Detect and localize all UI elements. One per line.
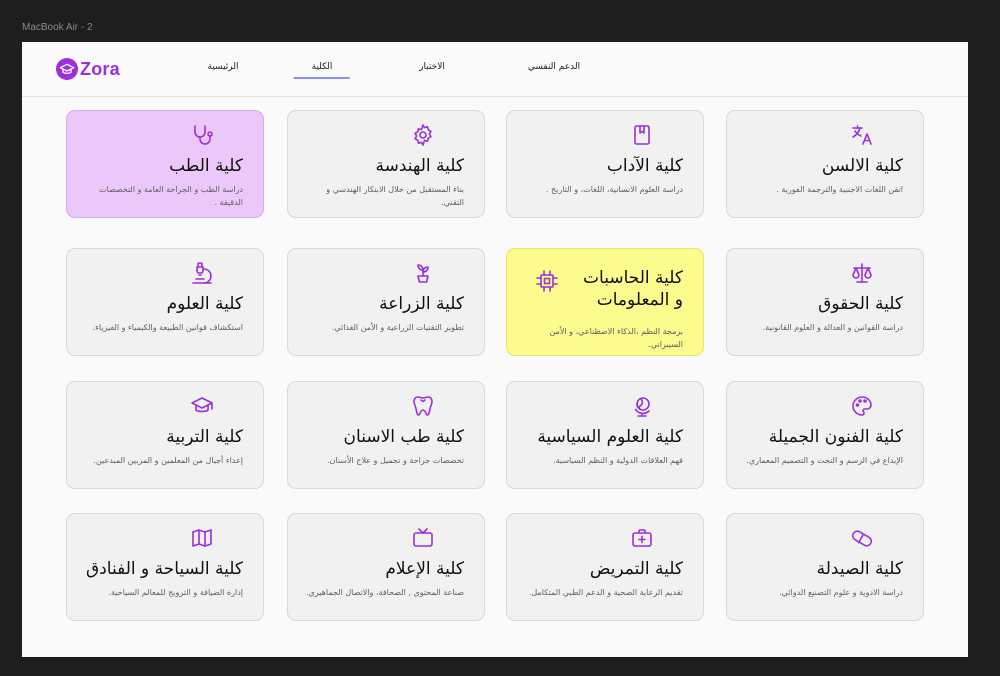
artboard: Zora الرئيسية الكلية الاختبار الدعم النف… [22, 42, 968, 657]
brand-name: Zora [80, 58, 120, 79]
card-title: كلية التمريض [589, 559, 683, 579]
top-navigation: Zora الرئيسية الكلية الاختبار الدعم النف… [22, 42, 968, 97]
stethoscope-icon [190, 123, 214, 147]
tooth-icon [411, 394, 435, 418]
card-pharmacy[interactable]: كلية الصيدلة دراسة الادوية و علوم التصني… [726, 513, 924, 621]
card-description: تخصصات جراحة و تجميل و علاج الأسنان. [327, 456, 464, 465]
card-medicine[interactable]: كلية الطب دراسة الطب و الجراحة العامة و … [66, 110, 264, 218]
card-description: اتقن اللغات الاجنبية والترجمة الفورية . [776, 185, 903, 194]
nav-test[interactable]: الاختبار [419, 62, 445, 72]
card-title: كلية الطب [169, 156, 243, 176]
globe-icon [630, 394, 654, 418]
plant-icon [411, 261, 435, 285]
microscope-icon [190, 261, 214, 285]
card-description: الإبداع في الرسم و النحت و التصميم المعم… [746, 456, 903, 465]
card-description: دراسة العلوم الانسانية، اللغات، و التاري… [545, 185, 683, 194]
card-title: كلية الصيدلة [816, 559, 903, 579]
card-media[interactable]: كلية الإعلام صناعة المحتوي , الصحافة، وا… [287, 513, 485, 621]
tv-icon [411, 526, 435, 550]
nav-psych-support[interactable]: الدعم النفسي [528, 62, 580, 72]
card-political-science[interactable]: كلية العلوم السياسية فهم العلاقات الدولي… [506, 381, 704, 489]
scales-icon [850, 261, 874, 285]
translate-icon [850, 123, 874, 147]
card-title: كلية العلوم السياسية [537, 427, 683, 447]
card-arts[interactable]: كلية الآداب دراسة العلوم الانسانية، اللغ… [506, 110, 704, 218]
card-description: دراسة القوانين و العدالة و العلوم القانو… [762, 323, 903, 332]
card-dentistry[interactable]: كلية طب الاسنان تخصصات جراحة و تجميل و ع… [287, 381, 485, 489]
card-description: استكشاف قوانين الطبيعة والكيمياء و الفيز… [92, 323, 243, 332]
graduation-cap-logo-icon [56, 58, 78, 80]
brand-logo[interactable]: Zora [56, 56, 120, 82]
card-agriculture[interactable]: كلية الزراعة تطوير التقنيات الزراعية و ا… [287, 248, 485, 356]
card-education[interactable]: كلية التربية إعداء أجيال من المعلمين و ا… [66, 381, 264, 489]
frame-label: MacBook Air - 2 [22, 22, 93, 33]
card-description: إدارة الضيافة و الترويج للمعالم السياحية… [108, 588, 243, 597]
card-title: كلية الهندسة [375, 156, 464, 176]
card-description: بناء المستقبل من خلال الابتكار الهندسي و… [326, 185, 464, 207]
card-engineering[interactable]: كلية الهندسة بناء المستقبل من خلال الابت… [287, 110, 485, 218]
palette-icon [850, 394, 874, 418]
card-description: برمجة النظم ،الذكاء الاصطناعي، و الأمن ا… [549, 327, 683, 349]
card-title: كلية الفنون الجميلة [768, 427, 903, 447]
card-description: تطوير التقنيات الزراعية و الأمن الغذائي. [331, 323, 464, 332]
card-description: دراسة الطب و الجراحة العامة و التخصصات ا… [98, 185, 243, 207]
card-title: كلية الآداب [606, 156, 683, 176]
cpu-icon [535, 269, 559, 293]
card-law[interactable]: كلية الحقوق دراسة القوانين و العدالة و ا… [726, 248, 924, 356]
graduation-cap-icon [190, 394, 214, 418]
card-title: كلية طب الاسنان [343, 427, 464, 447]
card-description: فهم العلاقات الدولية و النظم السياسية. [553, 456, 683, 465]
book-icon [630, 123, 654, 147]
card-title: كلية السياحة و الفنادق [86, 559, 243, 579]
nav-home[interactable]: الرئيسية [208, 62, 239, 72]
card-description: صناعة المحتوي , الصحافة، والاتصال الجماه… [306, 588, 464, 597]
card-title: كلية التربية [166, 427, 243, 447]
card-title: كلية الحاسبات و المعلومات [583, 268, 683, 310]
card-title: كلية العلوم [166, 294, 243, 314]
first-aid-kit-icon [630, 526, 654, 550]
card-title: كلية الزراعة [379, 294, 464, 314]
card-computers[interactable]: كلية الحاسبات و المعلومات برمجة النظم ،ا… [506, 248, 704, 356]
card-title: كلية الحقوق [818, 294, 903, 314]
card-description: تقديم الرعاية الصحية و الدعم الطبي المتك… [528, 588, 683, 597]
card-description: دراسة الادوية و علوم التصنيع الدوائي. [779, 588, 903, 597]
card-nursing[interactable]: كلية التمريض تقديم الرعاية الصحية و الدع… [506, 513, 704, 621]
card-title: كلية الالسن [821, 156, 903, 176]
card-tourism[interactable]: كلية السياحة و الفنادق إدارة الضيافة و ا… [66, 513, 264, 621]
card-science[interactable]: كلية العلوم استكشاف قوانين الطبيعة والكي… [66, 248, 264, 356]
pill-icon [850, 526, 874, 550]
card-description: إعداء أجيال من المعلمين و المربين المبدع… [93, 456, 243, 465]
nav-college[interactable]: الكلية [312, 62, 333, 72]
map-icon [190, 526, 214, 550]
card-title: كلية الإعلام [385, 559, 464, 579]
card-languages[interactable]: كلية الالسن اتقن اللغات الاجنبية والترجم… [726, 110, 924, 218]
card-fine-arts[interactable]: كلية الفنون الجميلة الإبداع في الرسم و ا… [726, 381, 924, 489]
gear-icon [411, 123, 435, 147]
